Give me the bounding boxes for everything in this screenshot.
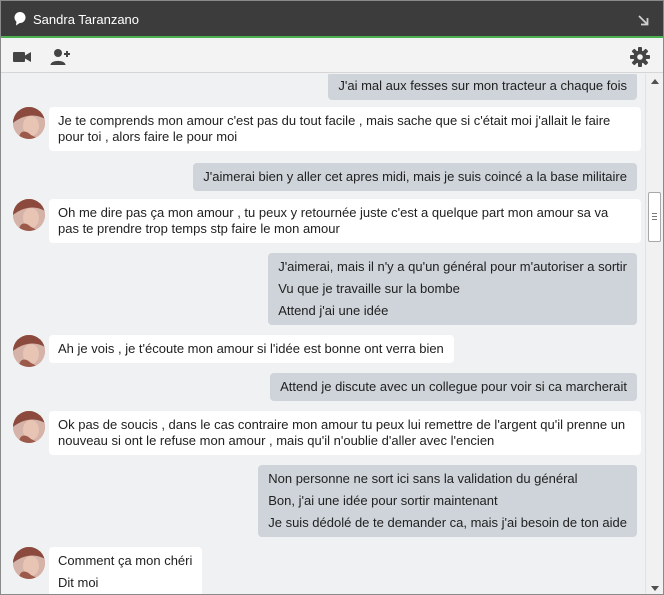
avatar[interactable] — [13, 335, 45, 367]
message-bubble-outgoing: J'ai mal aux fesses sur mon tracteur a c… — [328, 74, 637, 100]
message-text: Vu que je travaille sur la bombe — [278, 281, 460, 296]
message-text: Ah je vois , je t'écoute mon amour si l'… — [58, 341, 444, 356]
message-bubble-incoming: Je te comprends mon amour c'est pas du t… — [49, 107, 641, 151]
scroll-down-arrow-icon[interactable] — [651, 586, 659, 591]
message-text: J'ai mal aux fesses sur mon tracteur a c… — [338, 78, 627, 93]
arrow-down-right-icon[interactable] — [633, 10, 653, 30]
video-camera-icon[interactable] — [11, 46, 33, 68]
chat-titlebar[interactable]: Sandra Taranzano — [1, 1, 663, 38]
message-text: J'aimerai bien y aller cet apres midi, m… — [203, 169, 627, 184]
message-bubble-incoming: Oh me dire pas ça mon amour , tu peux y … — [49, 199, 641, 243]
message-text: Bon, j'ai une idée pour sortir maintenan… — [268, 493, 498, 508]
message-bubble-outgoing: Attend je discute avec un collegue pour … — [270, 373, 637, 401]
grip-line — [652, 216, 657, 217]
chat-toolbar — [1, 40, 663, 73]
message-text: J'aimerai, mais il n'y a qu'un général p… — [278, 259, 627, 274]
grip-line — [652, 219, 657, 220]
message-list[interactable]: J'ai mal aux fesses sur mon tracteur a c… — [1, 74, 645, 594]
gear-icon[interactable] — [629, 46, 651, 68]
message-list-scrollbar[interactable] — [645, 74, 663, 594]
avatar[interactable] — [13, 411, 45, 443]
chat-window: Sandra Taranzano J'ai mal aux fesses sur… — [0, 0, 664, 595]
grip-line — [652, 213, 657, 214]
message-text: Dit moi — [58, 575, 99, 590]
message-bubble-incoming: Ah je vois , je t'écoute mon amour si l'… — [49, 335, 454, 363]
message-bubble-outgoing: J'aimerai, mais il n'y a qu'un général p… — [268, 253, 637, 325]
avatar[interactable] — [13, 547, 45, 579]
message-text: Ok pas de soucis , dans le cas contraire… — [58, 417, 626, 448]
message-text: Attend je discute avec un collegue pour … — [280, 379, 627, 394]
message-text: Non personne ne sort ici sans la validat… — [268, 471, 578, 486]
message-bubble-outgoing: J'aimerai bien y aller cet apres midi, m… — [193, 163, 637, 191]
message-bubble-outgoing: Non personne ne sort ici sans la validat… — [258, 465, 637, 537]
message-text: Attend j'ai une idée — [278, 303, 389, 318]
avatar[interactable] — [13, 107, 45, 139]
add-person-icon[interactable] — [49, 46, 71, 68]
message-text: Je suis dédolé de te demander ca, mais j… — [268, 515, 627, 530]
contact-name[interactable]: Sandra Taranzano — [33, 12, 139, 27]
scrollbar-thumb[interactable] — [648, 192, 661, 242]
message-text: Je te comprends mon amour c'est pas du t… — [58, 113, 611, 144]
scroll-up-arrow-icon[interactable] — [651, 79, 659, 84]
message-text: Oh me dire pas ça mon amour , tu peux y … — [58, 205, 609, 236]
chat-bubble-icon — [14, 12, 26, 26]
message-text: Comment ça mon chéri — [58, 553, 193, 568]
message-bubble-incoming: Ok pas de soucis , dans le cas contraire… — [49, 411, 641, 455]
avatar[interactable] — [13, 199, 45, 231]
message-bubble-incoming: Comment ça mon chéri Dit moi — [49, 547, 203, 594]
